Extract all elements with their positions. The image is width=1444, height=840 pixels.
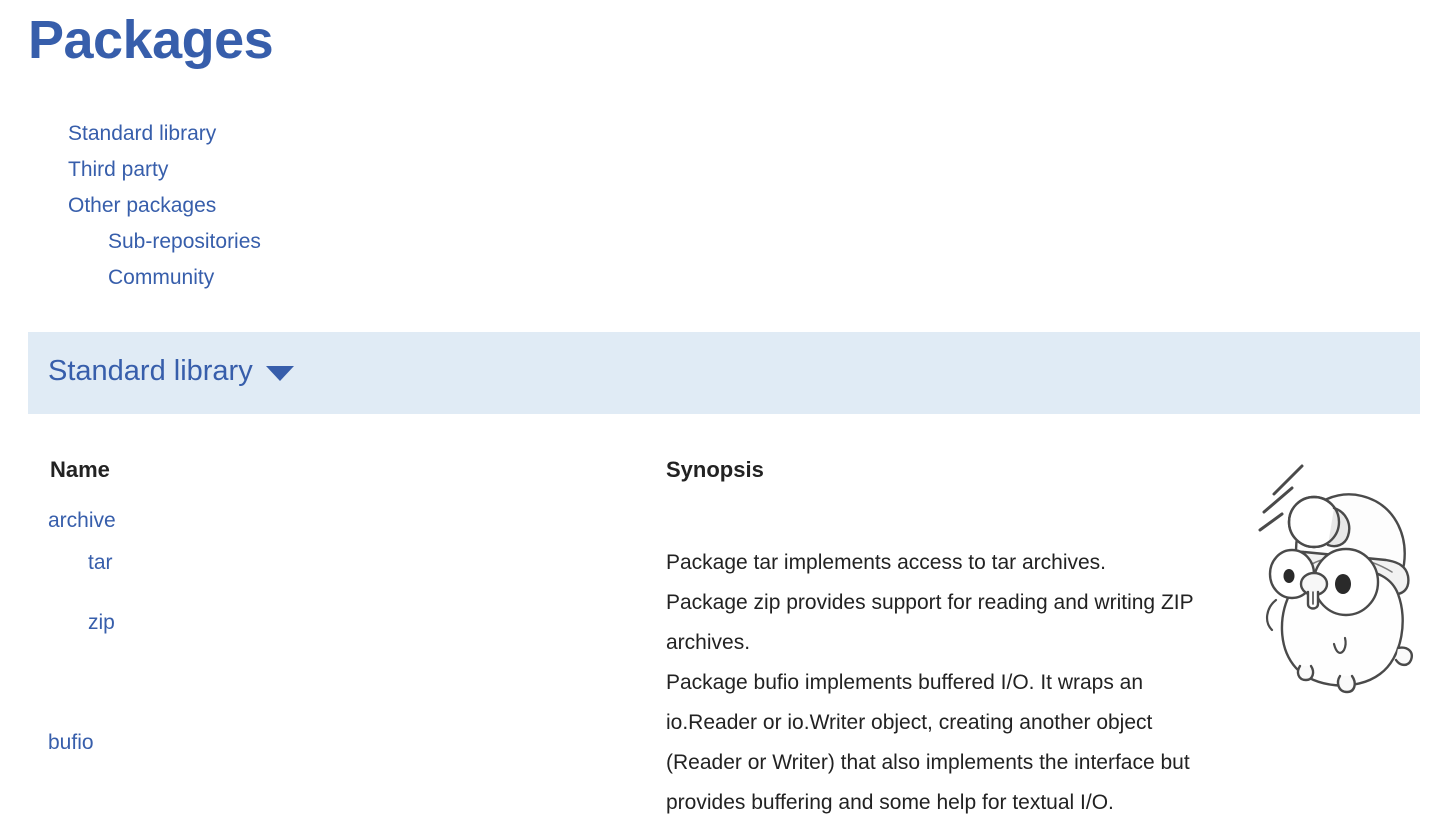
package-synopsis-cell: Package tar implements access to tar arc…	[666, 551, 1107, 574]
nav-link-sub-repositories[interactable]: Sub-repositories	[68, 224, 668, 260]
package-link-zip[interactable]: zip	[88, 611, 115, 634]
banner-content: Standard library	[48, 349, 294, 393]
package-nav-list: Standard library Third party Other packa…	[68, 116, 668, 296]
nav-link-other-packages[interactable]: Other packages	[68, 188, 668, 224]
package-link-bufio[interactable]: bufio	[48, 731, 94, 754]
go-gopher-mascot-icon	[1258, 464, 1413, 694]
package-table: Name Synopsis archive tar Package tar im…	[0, 455, 1240, 823]
nav-link-third-party[interactable]: Third party	[68, 152, 668, 188]
package-synopsis-cell: Package bufio implements buffered I/O. I…	[666, 671, 1190, 814]
column-header-synopsis: Synopsis	[666, 457, 764, 482]
standard-library-banner: Standard library	[28, 332, 1420, 414]
package-link-archive[interactable]: archive	[48, 509, 116, 532]
table-row: archive	[0, 499, 1240, 543]
nav-link-standard-library[interactable]: Standard library	[68, 116, 668, 152]
nav-link-community[interactable]: Community	[68, 260, 668, 296]
package-link-tar[interactable]: tar	[88, 551, 113, 574]
package-synopsis-cell	[333, 499, 1240, 543]
banner-title-standard-library[interactable]: Standard library	[48, 349, 253, 393]
package-name-cell: zip	[0, 583, 333, 663]
table-header-row: Name Synopsis	[0, 455, 1240, 499]
table-row: tar Package tar implements access to tar…	[0, 543, 1240, 583]
table-row: bufio Package bufio implements buffered …	[0, 663, 1240, 823]
page-title: Packages	[28, 10, 274, 70]
package-name-cell: archive	[0, 499, 333, 543]
package-name-cell: tar	[0, 543, 333, 583]
column-header-name: Name	[50, 457, 110, 482]
table-row: zip Package zip provides support for rea…	[0, 583, 1240, 663]
chevron-down-icon[interactable]	[265, 365, 294, 381]
package-synopsis-cell: Package zip provides support for reading…	[666, 591, 1194, 654]
package-name-cell: bufio	[0, 663, 333, 823]
